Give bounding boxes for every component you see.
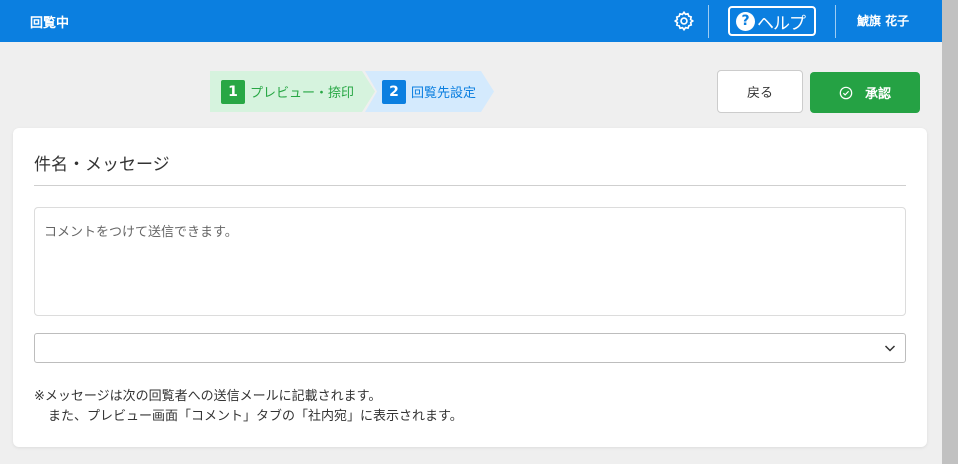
header-divider [835, 5, 836, 38]
note-line-1: ※メッセージは次の回覧者への送信メールに記載されます。 [34, 389, 382, 404]
help-icon: ? [736, 11, 755, 31]
note-text: ※メッセージは次の回覧者への送信メールに記載されます。 また、プレビュー画面「コ… [34, 387, 463, 427]
scrollbar-thumb[interactable] [942, 0, 958, 464]
back-button[interactable]: 戻る [717, 70, 803, 113]
help-label: ヘルプ [757, 13, 806, 34]
page-title: 回覧中 [30, 16, 70, 31]
message-textarea[interactable] [34, 207, 906, 316]
step-label: プレビュー・捺印 [250, 86, 355, 101]
divider [34, 185, 906, 186]
step-number: 2 [382, 79, 406, 104]
check-circle-icon [839, 86, 853, 99]
step-recipients: 2 回覧先設定 [365, 71, 494, 112]
app-header: 回覧中 ? ヘルプ 鯱旗 花子 [0, 0, 942, 42]
approve-button[interactable]: 承認 [810, 72, 920, 113]
gear-icon[interactable] [673, 10, 695, 32]
step-preview: 1 プレビュー・捺印 [210, 71, 375, 112]
user-name[interactable]: 鯱旗 花子 [857, 12, 909, 29]
note-line-2: また、プレビュー画面「コメント」タブの「社内宛」に表示されます。 [48, 409, 463, 424]
card-title: 件名・メッセージ [34, 155, 170, 175]
step-label: 回覧先設定 [411, 86, 477, 101]
header-divider [708, 5, 709, 38]
help-button[interactable]: ? ヘルプ [728, 6, 816, 36]
chevron-down-icon [884, 345, 896, 352]
step-number: 1 [221, 79, 245, 104]
template-select[interactable] [34, 333, 906, 363]
message-card: 件名・メッセージ ※メッセージは次の回覧者への送信メールに記載されます。 また、… [13, 128, 927, 447]
scrollbar[interactable] [942, 0, 958, 464]
approve-label: 承認 [864, 87, 891, 102]
